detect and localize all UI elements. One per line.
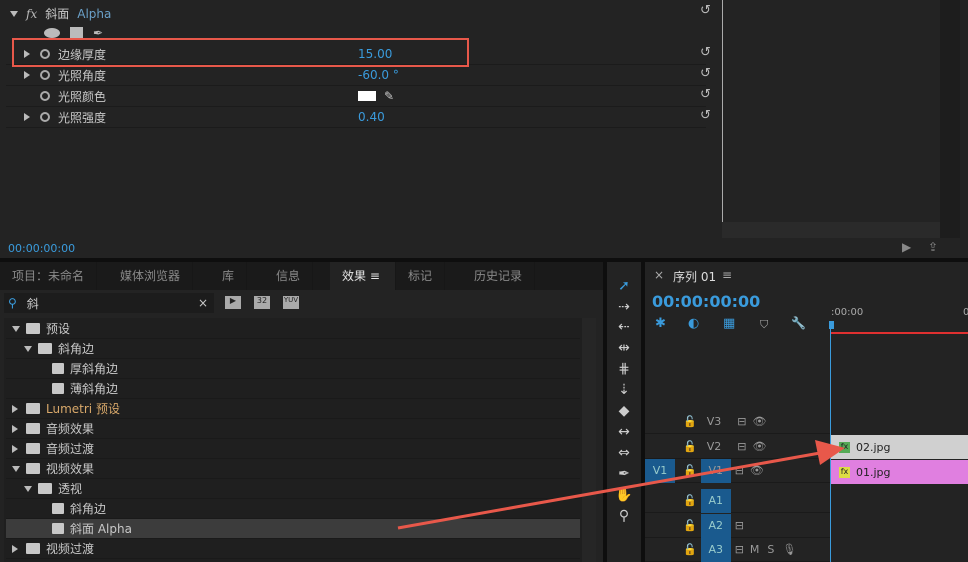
annotation-arrow: [397, 440, 845, 530]
